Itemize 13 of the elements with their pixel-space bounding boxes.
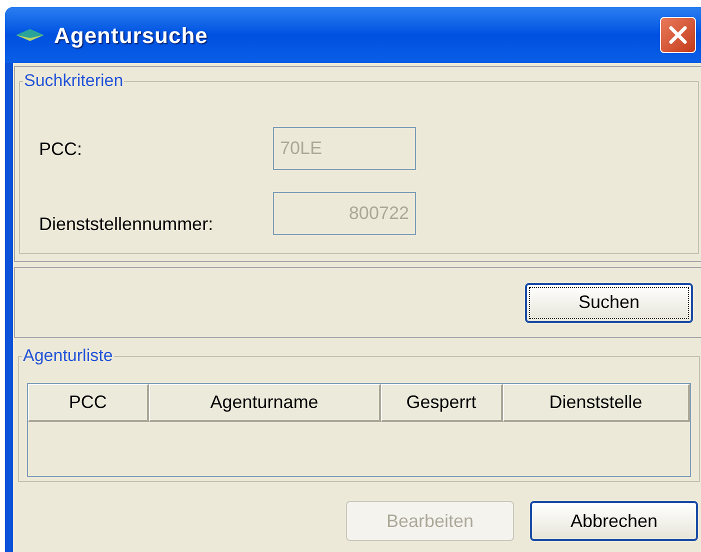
- field-label: Dienststellennummer:: [38, 213, 214, 235]
- column-header[interactable]: PCC: [28, 384, 149, 422]
- window-title: Agentursuche: [54, 22, 208, 50]
- close-icon: [668, 25, 688, 45]
- column-header[interactable]: Dienststelle: [502, 384, 690, 422]
- dialog-button[interactable]: Abbrechen: [530, 501, 698, 541]
- field-label: PCC:: [38, 138, 84, 160]
- group-legend: Agenturliste: [22, 346, 114, 366]
- search-button[interactable]: Suchen: [525, 282, 693, 322]
- close-button[interactable]: [660, 17, 696, 53]
- column-header[interactable]: Gesperrt: [380, 384, 503, 422]
- lens-icon: [15, 28, 45, 42]
- column-header[interactable]: Agenturname: [148, 384, 381, 422]
